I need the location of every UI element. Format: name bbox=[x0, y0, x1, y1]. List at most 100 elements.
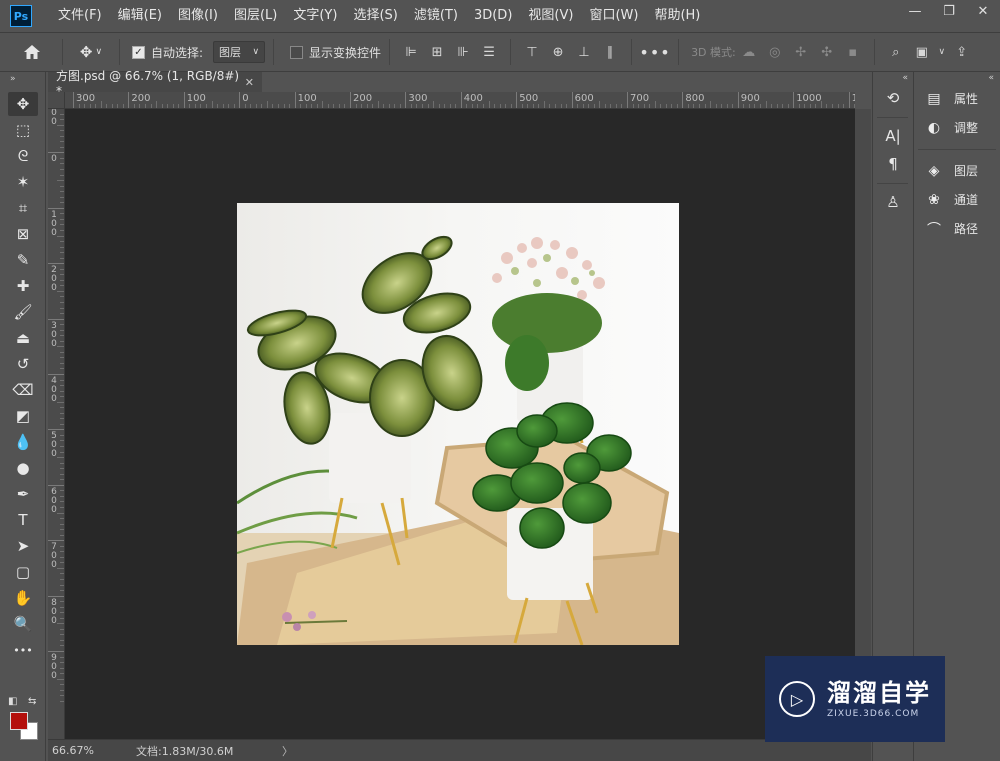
ruler-minor-tick bbox=[671, 104, 673, 108]
healing-brush-tool-icon[interactable]: ✚ bbox=[8, 274, 38, 298]
ruler-minor-tick bbox=[189, 104, 191, 108]
menu-filter[interactable]: 滤镜(T) bbox=[406, 0, 466, 32]
lasso-tool-icon[interactable]: ᘓ bbox=[8, 144, 38, 168]
chevron-down-icon[interactable]: ∨ bbox=[935, 41, 949, 63]
dodge-tool-icon[interactable]: ● bbox=[8, 456, 38, 480]
history-panel-icon[interactable]: ⟲ bbox=[873, 84, 913, 112]
clone-source-panel-icon[interactable]: ♙ bbox=[873, 188, 913, 216]
ruler-minor-tick bbox=[133, 104, 135, 108]
magic-wand-tool-icon[interactable]: ✶ bbox=[8, 170, 38, 194]
align-right-icon[interactable]: ⊪ bbox=[450, 41, 476, 63]
show-transform-checkbox[interactable]: ✓ bbox=[290, 45, 304, 59]
status-menu-arrow-icon[interactable]: 〉 bbox=[282, 743, 293, 759]
pasteboard[interactable] bbox=[65, 109, 855, 739]
workspace-icon[interactable]: ▣ bbox=[909, 41, 935, 63]
move-tool-icon[interactable]: ✥ bbox=[8, 92, 38, 116]
history-brush-tool-icon[interactable]: ↺ bbox=[8, 352, 38, 376]
drag-3d-icon[interactable]: ✢ bbox=[788, 41, 814, 63]
horizontal-ruler[interactable]: 300 200 100 0 100 200 300 400 500 600 700 800 900 100… bbox=[65, 92, 855, 109]
menu-select[interactable]: 选择(S) bbox=[345, 0, 405, 32]
menu-layer[interactable]: 图层(L) bbox=[226, 0, 285, 32]
more-options-button[interactable]: ••• bbox=[639, 39, 670, 65]
scale-3d-icon[interactable]: ▪ bbox=[840, 41, 866, 63]
ruler-minor-tick bbox=[60, 645, 64, 647]
restore-button[interactable]: ❐ bbox=[932, 0, 966, 22]
ruler-minor-tick bbox=[60, 639, 64, 641]
slide-3d-icon[interactable]: ✣ bbox=[814, 41, 840, 63]
align-left-icon[interactable]: ⊫ bbox=[398, 41, 424, 63]
close-icon[interactable]: ✕ bbox=[245, 76, 254, 89]
menu-file[interactable]: 文件(F) bbox=[50, 0, 110, 32]
zoom-tool-icon[interactable]: 🔍 bbox=[8, 612, 38, 636]
blur-tool-icon[interactable]: 💧 bbox=[8, 430, 38, 454]
menu-view[interactable]: 视图(V) bbox=[520, 0, 581, 32]
collapse-dock-icon[interactable]: « bbox=[914, 72, 1000, 84]
clone-stamp-tool-icon[interactable]: ⏏ bbox=[8, 326, 38, 350]
auto-select-target-dropdown[interactable]: 图层 ∨ bbox=[213, 41, 266, 63]
ruler-minor-tick bbox=[60, 506, 64, 508]
menu-type[interactable]: 文字(Y) bbox=[285, 0, 345, 32]
panel-layers[interactable]: ◈ 图层 bbox=[914, 156, 1000, 185]
align-bottom-icon[interactable]: ⊥ bbox=[571, 41, 597, 63]
menu-image[interactable]: 图像(I) bbox=[170, 0, 226, 32]
vertical-scrollbar[interactable] bbox=[855, 109, 871, 739]
show-transform-option[interactable]: ✓ 显示变换控件 bbox=[290, 44, 381, 61]
crop-tool-icon[interactable]: ⌗ bbox=[8, 196, 38, 220]
align-vertical-center-icon[interactable]: ⊕ bbox=[545, 41, 571, 63]
panel-paths[interactable]: ⌒ 路径 bbox=[914, 214, 1000, 243]
ruler-minor-tick bbox=[543, 101, 545, 108]
distribute-vertical-icon[interactable]: ∥ bbox=[597, 41, 623, 63]
move-tool-preset-icon[interactable]: ✥ ∨ bbox=[71, 39, 111, 65]
ruler-minor-tick bbox=[383, 104, 385, 108]
align-horizontal-center-icon[interactable]: ⊞ bbox=[424, 41, 450, 63]
properties-icon: ▤ bbox=[927, 90, 941, 107]
ruler-label: 0 bbox=[242, 93, 249, 104]
ruler-minor-tick bbox=[277, 104, 279, 108]
rectangle-tool-icon[interactable]: ▢ bbox=[8, 560, 38, 584]
zoom-level[interactable]: 66.67% bbox=[48, 744, 108, 757]
foreground-color-swatch[interactable] bbox=[10, 712, 28, 730]
brush-tool-icon[interactable]: 🖌 bbox=[8, 300, 38, 324]
ruler-minor-tick bbox=[809, 104, 811, 108]
pen-tool-icon[interactable]: ✒ bbox=[8, 482, 38, 506]
ruler-origin[interactable] bbox=[48, 92, 65, 109]
ruler-minor-tick bbox=[60, 246, 64, 248]
edit-toolbar-icon[interactable]: ••• bbox=[8, 638, 38, 662]
divider bbox=[918, 142, 996, 150]
close-button[interactable]: ✕ bbox=[966, 0, 1000, 22]
document-tab[interactable]: 方图.psd @ 66.7% (1, RGB/8#) * ✕ bbox=[48, 69, 262, 98]
collapse-panels-icon[interactable]: « bbox=[873, 72, 912, 84]
menu-window[interactable]: 窗口(W) bbox=[581, 0, 646, 32]
hand-tool-icon[interactable]: ✋ bbox=[8, 586, 38, 610]
minimize-button[interactable]: — bbox=[898, 0, 932, 22]
panel-channels[interactable]: ❀ 通道 bbox=[914, 185, 1000, 214]
panel-properties[interactable]: ▤ 属性 bbox=[914, 84, 1000, 113]
type-tool-icon[interactable]: T bbox=[8, 508, 38, 532]
auto-select-option[interactable]: ✓ 自动选择: bbox=[132, 44, 203, 61]
frame-tool-icon[interactable]: ⊠ bbox=[8, 222, 38, 246]
roll-3d-icon[interactable]: ◎ bbox=[762, 41, 788, 63]
home-icon[interactable] bbox=[10, 39, 54, 65]
orbit-3d-icon[interactable]: ☁ bbox=[736, 41, 762, 63]
panel-adjustments[interactable]: ◐ 调整 bbox=[914, 113, 1000, 142]
marquee-tool-icon[interactable]: ⬚ bbox=[8, 118, 38, 142]
distribute-icon[interactable]: ☰ bbox=[476, 41, 502, 63]
share-icon[interactable]: ⇪ bbox=[949, 41, 975, 63]
search-icon[interactable]: ⌕ bbox=[883, 41, 909, 63]
eraser-tool-icon[interactable]: ⌫ bbox=[8, 378, 38, 402]
menu-3d[interactable]: 3D(D) bbox=[466, 0, 520, 32]
eyedropper-tool-icon[interactable]: ✎ bbox=[8, 248, 38, 272]
paragraph-panel-icon[interactable]: ¶ bbox=[873, 150, 913, 178]
default-colors-icon[interactable]: ◧ bbox=[8, 696, 17, 707]
character-panel-icon[interactable]: A| bbox=[873, 122, 913, 150]
collapse-toolbar-icon[interactable]: » bbox=[0, 72, 45, 90]
document-canvas[interactable] bbox=[237, 203, 679, 645]
menu-help[interactable]: 帮助(H) bbox=[646, 0, 708, 32]
vertical-ruler[interactable]: 1 0 001 0 02 0 03 0 04 0 05 0 06 0 07 0 … bbox=[48, 109, 65, 739]
path-selection-tool-icon[interactable]: ➤ bbox=[8, 534, 38, 558]
align-top-icon[interactable]: ⊤ bbox=[519, 41, 545, 63]
paint-bucket-tool-icon[interactable]: ◩ bbox=[8, 404, 38, 428]
swap-colors-icon[interactable]: ⇆ bbox=[28, 696, 36, 707]
auto-select-checkbox[interactable]: ✓ bbox=[132, 45, 145, 59]
menu-edit[interactable]: 编辑(E) bbox=[110, 0, 170, 32]
